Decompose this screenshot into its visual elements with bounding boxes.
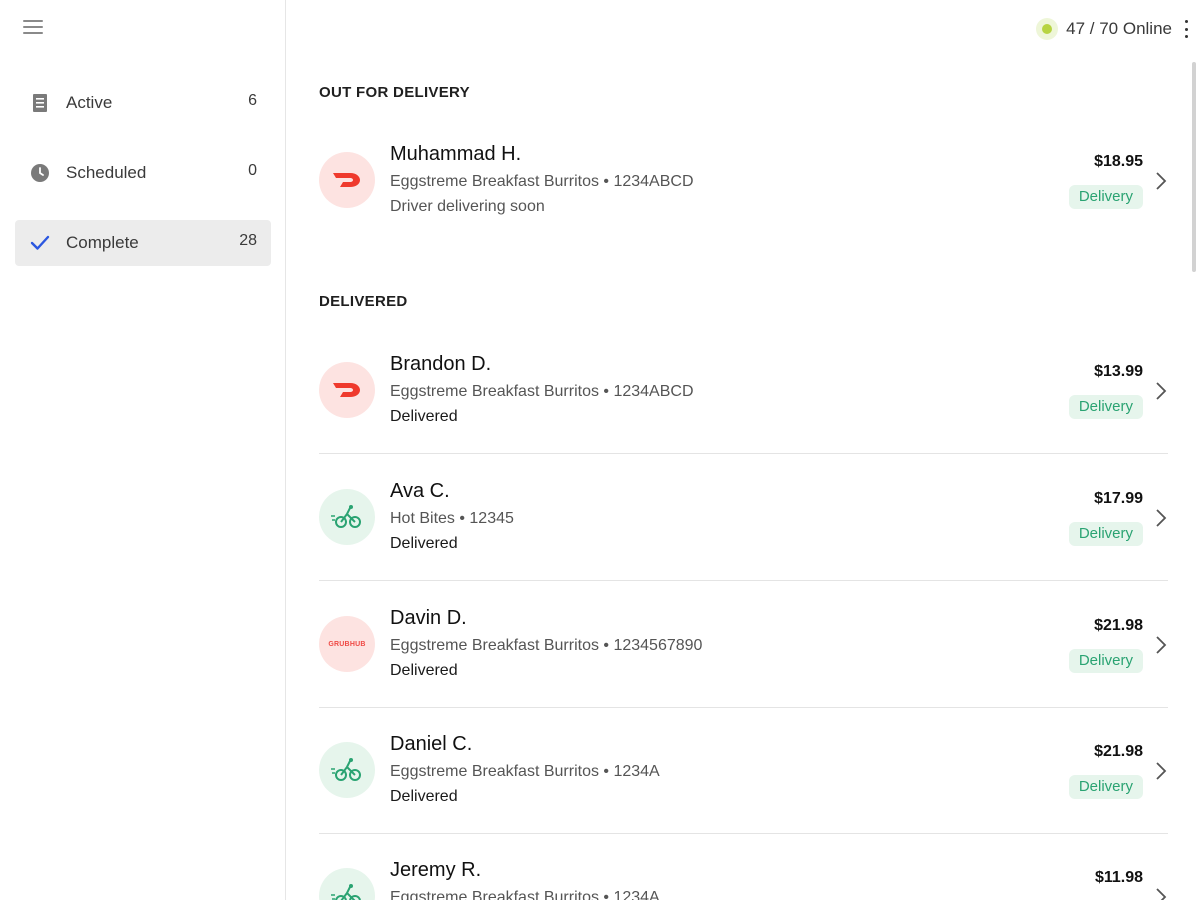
order-row[interactable]: Ava C. Hot Bites • 12345 Delivered $17.9…	[319, 480, 1168, 581]
sidebar-item-label: Complete	[66, 233, 139, 252]
order-detail: Eggstreme Breakfast Burritos • 123456789…	[390, 637, 703, 654]
chevron-right-icon	[1156, 762, 1167, 780]
customer-name: Daniel C.	[390, 733, 473, 755]
order-status: Delivered	[390, 408, 458, 425]
section-heading-out-for-delivery: OUT FOR DELIVERY	[319, 84, 470, 101]
order-price: $11.98	[1094, 869, 1143, 886]
delivery-badge: Delivery	[1068, 649, 1143, 673]
delivery-badge: Delivery	[1068, 395, 1143, 419]
order-price: $21.98	[1094, 743, 1143, 760]
chevron-right-icon	[1156, 509, 1167, 527]
order-row[interactable]: GRUBHUB Davin D. Eggstreme Breakfast Bur…	[319, 607, 1168, 708]
order-status: Delivered	[390, 535, 458, 552]
chevron-right-icon	[1156, 888, 1167, 900]
orders-panel: OUT FOR DELIVERY Muhammad H. Eggstreme B…	[286, 0, 1200, 900]
sidebar-item-scheduled[interactable]: Scheduled 0	[15, 150, 271, 196]
bike-courier-logo	[319, 868, 375, 900]
delivery-badge: Delivery	[1068, 185, 1143, 209]
bike-courier-logo	[319, 489, 375, 545]
order-status: Delivered	[390, 788, 458, 805]
order-detail: Eggstreme Breakfast Burritos • 1234ABCD	[390, 173, 694, 190]
order-row[interactable]: Muhammad H. Eggstreme Breakfast Burritos…	[319, 143, 1168, 272]
customer-name: Davin D.	[390, 607, 467, 629]
order-row[interactable]: Brandon D. Eggstreme Breakfast Burritos …	[319, 353, 1168, 454]
order-price: $21.98	[1094, 617, 1143, 634]
sidebar-item-active[interactable]: Active 6	[15, 80, 271, 126]
order-price: $13.99	[1094, 363, 1143, 380]
order-price: $18.95	[1094, 153, 1143, 170]
chevron-right-icon	[1156, 382, 1167, 400]
order-status: Driver delivering soon	[390, 198, 545, 215]
order-detail: Eggstreme Breakfast Burritos • 1234A	[390, 889, 660, 900]
hamburger-menu-icon[interactable]	[23, 20, 43, 36]
order-price: $17.99	[1094, 490, 1143, 507]
order-row[interactable]: Daniel C. Eggstreme Breakfast Burritos •…	[319, 733, 1168, 834]
receipt-icon	[29, 92, 51, 114]
sidebar-item-count: 6	[248, 92, 257, 109]
order-detail: Hot Bites • 12345	[390, 510, 514, 527]
order-detail: Eggstreme Breakfast Burritos • 1234ABCD	[390, 383, 694, 400]
grubhub-logo: GRUBHUB	[319, 616, 375, 672]
doordash-logo	[319, 152, 375, 208]
doordash-logo	[319, 362, 375, 418]
delivery-badge: Delivery	[1068, 522, 1143, 546]
order-status: Delivered	[390, 662, 458, 679]
sidebar-item-label: Active	[66, 93, 113, 112]
customer-name: Jeremy R.	[390, 862, 482, 881]
sidebar-item-label: Scheduled	[66, 163, 147, 182]
bike-courier-logo	[319, 742, 375, 798]
sidebar-item-count: 28	[239, 232, 257, 249]
chevron-right-icon	[1156, 172, 1167, 190]
sidebar-nav: Active 6 Scheduled 0 Complete 28	[15, 80, 271, 290]
checkmark-icon	[29, 232, 51, 254]
sidebar-item-count: 0	[248, 162, 257, 179]
chevron-right-icon	[1156, 636, 1167, 654]
sidebar: Active 6 Scheduled 0 Complete 28	[0, 0, 286, 900]
order-row[interactable]: Jeremy R. Eggstreme Breakfast Burritos •…	[319, 862, 1168, 900]
order-detail: Eggstreme Breakfast Burritos • 1234A	[390, 763, 660, 780]
section-heading-delivered: DELIVERED	[319, 293, 408, 310]
grubhub-logo-text: GRUBHUB	[328, 640, 366, 648]
customer-name: Brandon D.	[390, 353, 492, 375]
sidebar-item-complete[interactable]: Complete 28	[15, 220, 271, 266]
customer-name: Ava C.	[390, 480, 450, 502]
delivery-badge: Delivery	[1068, 775, 1143, 799]
customer-name: Muhammad H.	[390, 143, 522, 165]
clock-icon	[29, 162, 51, 184]
